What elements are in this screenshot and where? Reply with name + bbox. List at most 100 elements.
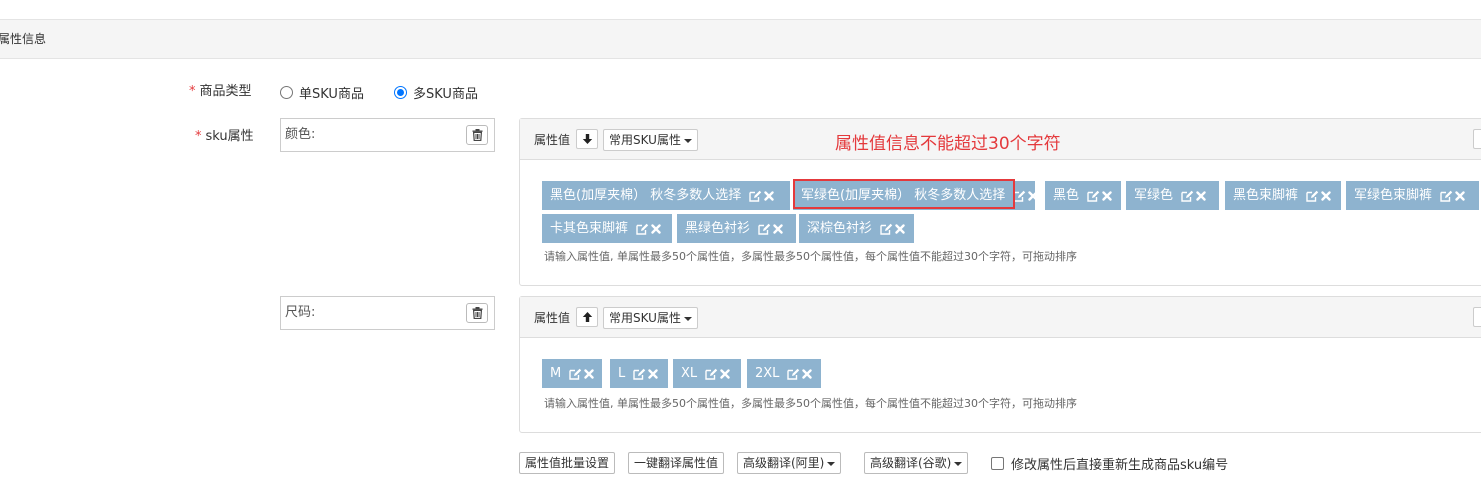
remove-value-button[interactable] [720, 368, 730, 379]
edit-value-button[interactable] [880, 223, 893, 235]
close-icon [764, 190, 774, 201]
remove-value-button[interactable] [651, 223, 661, 234]
attr-value-text: M [550, 366, 562, 381]
remove-value-button[interactable] [1102, 190, 1112, 201]
edit-value-button[interactable] [1013, 190, 1026, 202]
attr-value-tag[interactable]: 卡其色束脚裤 [542, 214, 672, 243]
attr-value-tag[interactable]: 黑绿色衬衫 [677, 214, 796, 243]
edit-icon [1013, 190, 1026, 202]
close-icon [1196, 190, 1206, 201]
remove-value-button[interactable] [1455, 190, 1465, 201]
attr-value-text: 黑色 [1053, 188, 1080, 203]
attr-value-text: 黑绿色衬衫 [685, 221, 751, 236]
radio-single-sku[interactable]: 单SKU商品 [280, 83, 364, 102]
attr-value-text: 军绿色 [1134, 188, 1174, 203]
tag-actions [636, 223, 661, 235]
edit-value-button[interactable] [1440, 190, 1453, 202]
tag-actions [569, 368, 594, 380]
remove-value-button[interactable] [895, 223, 905, 234]
edit-value-button[interactable] [758, 223, 771, 235]
dropdown-label: 常用SKU属性 [609, 133, 681, 147]
attr-value-tag[interactable]: 军绿色 [1126, 181, 1219, 210]
edit-icon [633, 368, 646, 380]
attr-value-tag[interactable]: 深棕色衬衫 [799, 214, 914, 243]
remove-value-button[interactable] [648, 368, 658, 379]
attr-value-text: 2XL [755, 366, 780, 381]
edit-value-button[interactable] [705, 368, 718, 380]
checkbox-box[interactable] [991, 457, 1004, 470]
edit-value-button[interactable] [1306, 190, 1319, 202]
radio-dot[interactable] [280, 86, 293, 99]
common-sku-dropdown[interactable]: 常用SKU属性 [603, 307, 698, 329]
product-type-label-text: 商品类型 [199, 84, 252, 99]
attr-values-hint: 请输入属性值, 单属性最多50个属性值，多属性最多50个属性值，每个属性值不能超… [544, 250, 1077, 263]
remove-value-button[interactable] [802, 368, 813, 379]
edit-icon [636, 223, 649, 235]
google-translate-label: 高级翻译(谷歌) [870, 456, 952, 470]
remove-value-button[interactable] [1321, 190, 1331, 201]
attr-name-input-color[interactable]: 颜色: [280, 118, 495, 152]
close-icon [1321, 190, 1331, 201]
attr-value-tag[interactable]: 黑色束脚裤 [1225, 181, 1341, 210]
remove-value-button[interactable] [1028, 190, 1038, 201]
attr-value-text: L [618, 366, 626, 381]
attr-value-tag[interactable]: 黑色 [1045, 181, 1121, 210]
attr-value-tag[interactable]: 黑色(加厚夹棉） 秋冬多数人选择 [542, 181, 790, 210]
tag-actions [705, 368, 730, 380]
attr-values-hint: 请输入属性值, 单属性最多50个属性值，多属性最多50个属性值，每个属性值不能超… [544, 397, 1077, 410]
arrow-down-icon [582, 134, 592, 144]
warning-annotation: 属性值信息不能超过30个字符 [835, 134, 1061, 154]
edit-icon [758, 223, 771, 235]
close-icon [1455, 190, 1465, 201]
panel-right-button[interactable] [1473, 129, 1481, 149]
remove-value-button[interactable] [773, 223, 783, 234]
batch-set-button[interactable]: 属性值批量设置 [519, 452, 616, 474]
radio-single-sku-label: 单SKU商品 [299, 87, 364, 102]
close-icon [651, 223, 661, 234]
common-sku-dropdown[interactable]: 常用SKU属性 [603, 129, 698, 151]
edit-value-button[interactable] [569, 368, 582, 380]
one-click-translate-button[interactable]: 一键翻译属性值 [628, 452, 725, 474]
tag-actions [1440, 190, 1465, 202]
sku-attr-label-text: sku属性 [205, 129, 254, 144]
attr-values-label: 属性值 [534, 311, 571, 325]
edit-value-button[interactable] [1181, 190, 1194, 202]
edit-value-button[interactable] [636, 223, 649, 235]
radio-dot-checked[interactable] [394, 86, 407, 99]
attr-values-panel-size: 属性值 常用SKU属性 M L XL 2XL 请输入属性值, 单属性最多50个属性值，… [519, 296, 1481, 433]
radio-multi-sku-label: 多SKU商品 [413, 87, 478, 102]
sort-up-button[interactable] [576, 307, 598, 327]
caret-down-icon [683, 316, 692, 321]
edit-icon [880, 223, 893, 235]
attr-value-tag[interactable]: L [610, 359, 668, 388]
tag-actions [1181, 190, 1206, 202]
remove-value-button[interactable] [1196, 190, 1206, 201]
tag-actions [633, 368, 658, 380]
attr-value-text: XL [681, 366, 698, 381]
remove-value-button[interactable] [764, 190, 774, 201]
tag-actions [758, 223, 783, 235]
edit-value-button[interactable] [633, 368, 646, 380]
attr-name-input-size[interactable]: 尺码: [280, 296, 495, 330]
edit-icon [705, 368, 718, 380]
attr-value-tag[interactable]: 2XL [747, 359, 821, 388]
panel-right-button[interactable] [1473, 307, 1481, 327]
regen-sku-checkbox[interactable]: 修改属性后直接重新生成商品sku编号 [991, 454, 1228, 473]
radio-multi-sku[interactable]: 多SKU商品 [394, 83, 478, 102]
google-translate-dropdown[interactable]: 高级翻译(谷歌) [864, 452, 969, 474]
attr-value-tag[interactable]: XL [673, 359, 741, 388]
attr-name-value: 尺码: [285, 305, 316, 320]
edit-value-button[interactable] [787, 368, 800, 380]
edit-value-button[interactable] [749, 190, 762, 202]
required-mark: * [195, 129, 202, 144]
close-icon [773, 223, 783, 234]
edit-value-button[interactable] [1087, 190, 1100, 202]
remove-value-button[interactable] [584, 368, 594, 379]
attr-value-tag[interactable]: M [542, 359, 602, 388]
delete-attr-button[interactable] [466, 125, 488, 145]
sort-down-button[interactable] [576, 129, 598, 149]
ali-translate-dropdown[interactable]: 高级翻译(阿里) [737, 452, 842, 474]
attr-value-tag[interactable]: 军绿色束脚裤 [1346, 181, 1479, 210]
tag-actions [787, 368, 813, 380]
delete-attr-button[interactable] [466, 303, 488, 323]
